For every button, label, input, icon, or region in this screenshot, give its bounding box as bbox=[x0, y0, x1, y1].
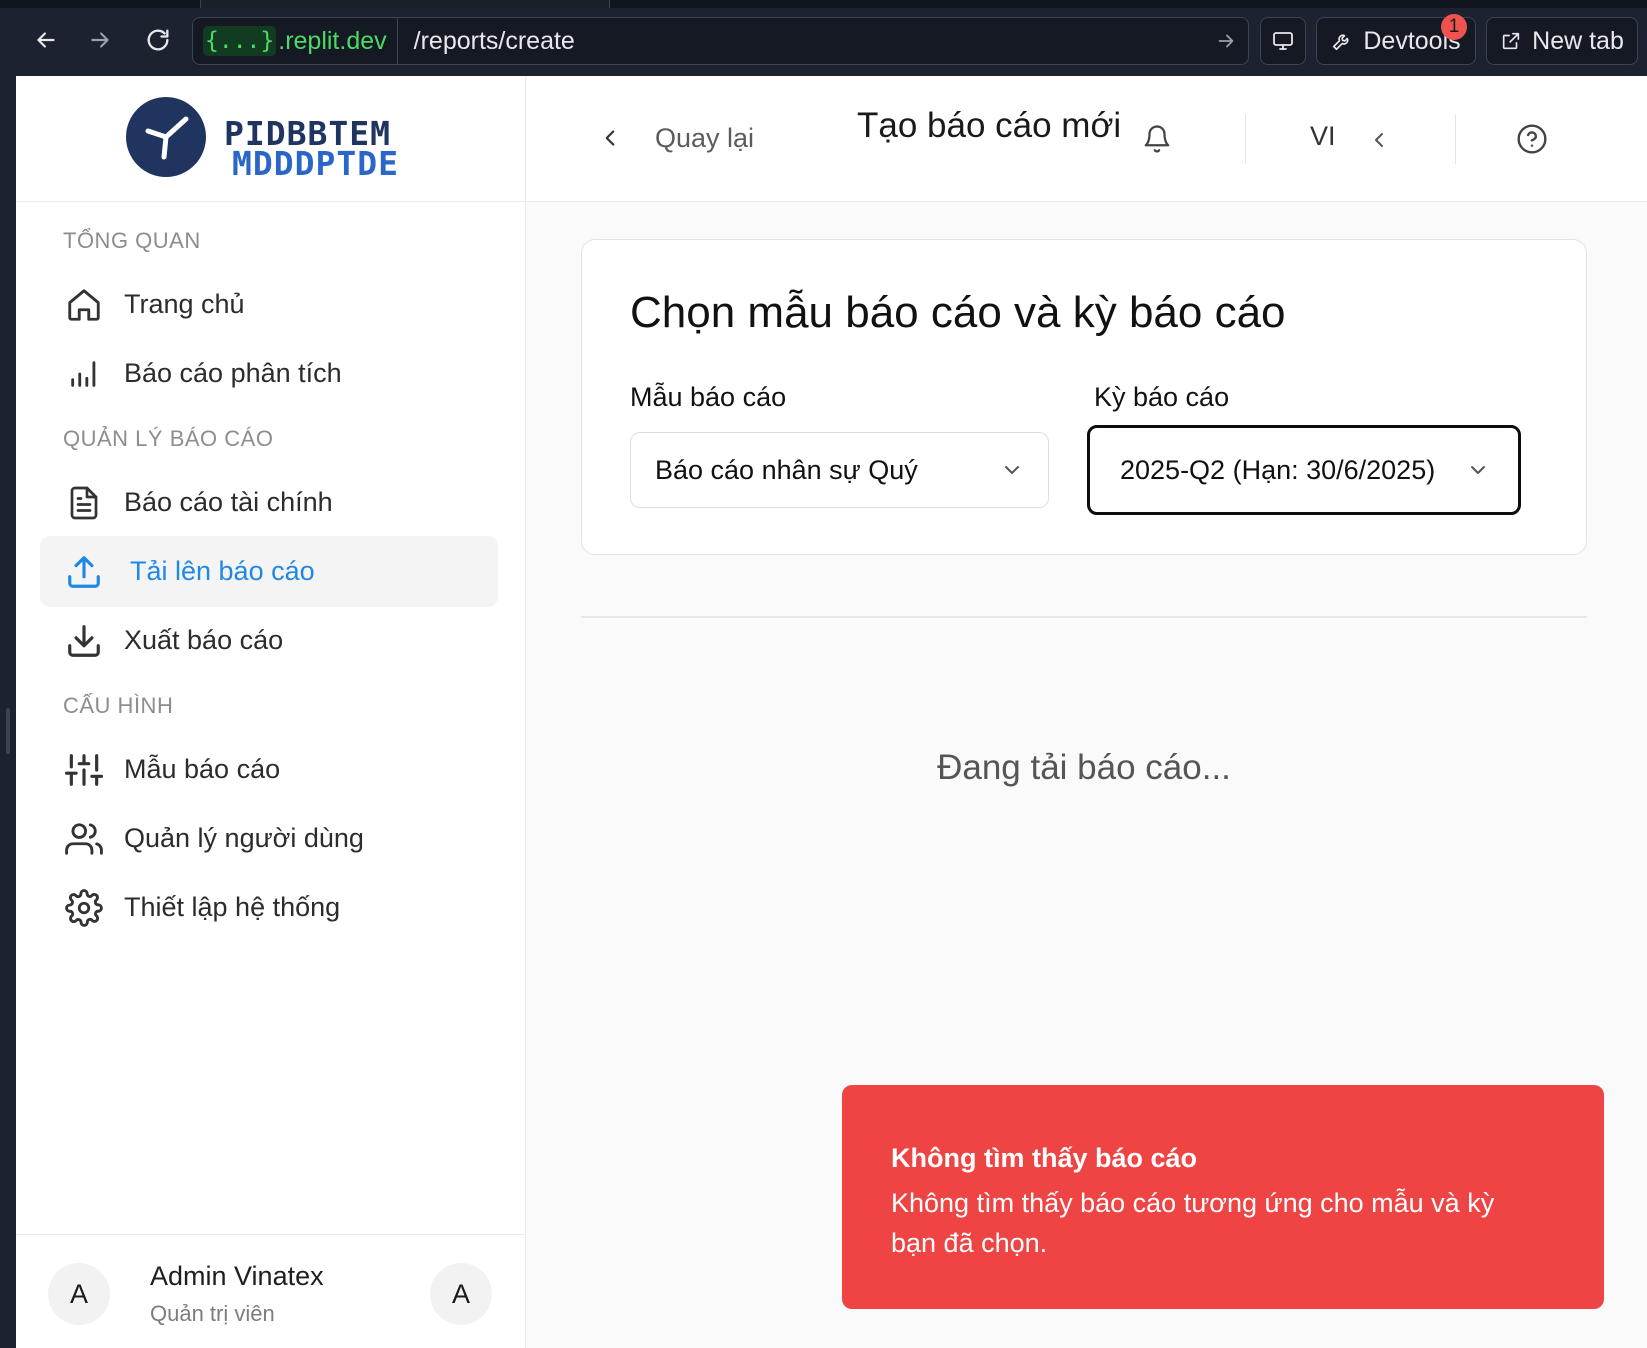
browser-tabstrip bbox=[0, 0, 1647, 8]
arrow-left-icon bbox=[37, 32, 55, 48]
template-select[interactable]: Báo cáo nhân sự Quý bbox=[630, 432, 1049, 508]
users-icon bbox=[62, 820, 106, 858]
error-toast[interactable]: Không tìm thấy báo cáo Không tìm thấy bá… bbox=[842, 1085, 1604, 1309]
devtools-badge: 1 bbox=[1441, 14, 1467, 40]
language-toggle-button[interactable] bbox=[1359, 120, 1399, 160]
monitor-icon bbox=[1273, 32, 1293, 50]
period-select[interactable]: 2025-Q2 (Hạn: 30/6/2025) bbox=[1087, 425, 1521, 515]
arrow-right-icon bbox=[1218, 34, 1234, 48]
settings-icon bbox=[62, 888, 106, 927]
sidebar-item-upload-report[interactable]: Tải lên báo cáo bbox=[40, 536, 498, 607]
sidebar-item-label: Xuất báo cáo bbox=[124, 625, 284, 655]
report-selection-card: Chọn mẫu báo cáo và kỳ báo cáo Mẫu báo c… bbox=[581, 239, 1587, 555]
header: Quay lại Tạo báo cáo mới VI bbox=[527, 76, 1647, 202]
sidebar-item-label: Báo cáo tài chính bbox=[124, 487, 333, 517]
new-tab-button[interactable]: New tab bbox=[1486, 17, 1638, 65]
bell-icon bbox=[1144, 125, 1170, 153]
resize-handle[interactable] bbox=[6, 708, 10, 754]
sliders-icon bbox=[62, 751, 106, 789]
sidebar-item-home[interactable]: Trang chủ bbox=[40, 269, 498, 340]
chevron-left-icon bbox=[1375, 133, 1383, 147]
url-go-button[interactable] bbox=[1204, 30, 1248, 52]
avatar: A bbox=[48, 1263, 110, 1325]
url-path[interactable]: /reports/create bbox=[398, 27, 1204, 56]
language-selector[interactable]: VI bbox=[1310, 121, 1336, 152]
sidebar-item-analytics[interactable]: Báo cáo phân tích bbox=[40, 338, 498, 409]
sidebar-item-export-report[interactable]: Xuất báo cáo bbox=[40, 605, 498, 676]
new-tab-label: New tab bbox=[1532, 26, 1624, 55]
file-text-icon bbox=[62, 484, 106, 522]
browser-back-button[interactable] bbox=[22, 18, 70, 62]
back-label: Quay lại bbox=[655, 122, 755, 153]
help-button[interactable] bbox=[1507, 114, 1557, 164]
header-divider bbox=[1245, 114, 1246, 164]
sidebar-item-user-management[interactable]: Quản lý người dùng bbox=[40, 803, 498, 874]
reload-icon bbox=[147, 29, 169, 51]
browser-forward-button[interactable] bbox=[76, 18, 124, 62]
download-icon bbox=[62, 622, 106, 660]
user-profile[interactable]: A Admin Vinatex Quản trị viên A bbox=[16, 1234, 526, 1348]
devtools-button[interactable]: Devtools 1 bbox=[1316, 14, 1476, 65]
sidebar-item-label: Mẫu báo cáo bbox=[124, 754, 281, 784]
loading-message: Đang tải báo cáo... bbox=[937, 748, 1231, 787]
logo[interactable]: PIDBBTEM MDDDPTDE bbox=[16, 76, 526, 202]
sidebar-item-label: Thiết lập hệ thống bbox=[124, 892, 341, 922]
app: PIDBBTEM MDDDPTDE TỔNG QUAN Trang chủ Bá… bbox=[16, 76, 1647, 1348]
sidebar-item-label: Báo cáo phân tích bbox=[124, 358, 342, 388]
section-title-overview: TỔNG QUAN bbox=[63, 228, 201, 253]
notifications-button[interactable] bbox=[1132, 114, 1182, 164]
sidebar-item-report-templates[interactable]: Mẫu báo cáo bbox=[40, 734, 498, 805]
sidebar-item-label: Quản lý người dùng bbox=[124, 823, 364, 853]
url-domain: .replit.dev bbox=[278, 26, 387, 55]
browser-reload-button[interactable] bbox=[134, 18, 182, 62]
user-role: Quản trị viên bbox=[150, 1301, 275, 1326]
user-menu-avatar[interactable]: A bbox=[430, 1263, 492, 1325]
address-bar[interactable]: {...} .replit.dev /reports/create bbox=[192, 17, 1249, 65]
logo-text-bottom: MDDDPTDE bbox=[232, 144, 399, 183]
chevron-down-icon bbox=[1471, 466, 1485, 474]
sidebar-item-label: Trang chủ bbox=[124, 289, 245, 319]
url-host: {...} .replit.dev bbox=[193, 18, 398, 64]
wrench-icon bbox=[1333, 34, 1349, 51]
external-link-icon bbox=[1502, 32, 1520, 50]
page-title: Tạo báo cáo mới bbox=[857, 106, 1122, 145]
period-label: Kỳ báo cáo bbox=[1094, 382, 1230, 412]
help-circle-icon bbox=[1517, 124, 1547, 154]
sidebar: PIDBBTEM MDDDPTDE TỔNG QUAN Trang chủ Bá… bbox=[16, 76, 526, 1348]
url-badge: {...} bbox=[203, 26, 277, 56]
upload-icon bbox=[62, 553, 106, 591]
content-divider bbox=[581, 616, 1587, 618]
section-title-configuration: CẤU HÌNH bbox=[63, 693, 174, 718]
period-select-value: 2025-Q2 (Hạn: 30/6/2025) bbox=[1120, 454, 1436, 485]
sidebar-item-label: Tải lên báo cáo bbox=[130, 556, 315, 586]
browser-toolbar: {...} .replit.dev /reports/create Devtool… bbox=[0, 8, 1647, 76]
template-select-value: Báo cáo nhân sự Quý bbox=[655, 454, 918, 485]
bar-chart-icon bbox=[62, 357, 106, 391]
sidebar-item-financial-reports[interactable]: Báo cáo tài chính bbox=[40, 467, 498, 538]
chevron-left-icon bbox=[605, 130, 615, 146]
device-preview-button[interactable] bbox=[1260, 17, 1306, 65]
section-title-report-management: QUẢN LÝ BÁO CÁO bbox=[63, 426, 274, 451]
user-name: Admin Vinatex bbox=[150, 1261, 324, 1291]
sidebar-item-system-settings[interactable]: Thiết lập hệ thống bbox=[40, 872, 498, 943]
header-divider bbox=[1455, 114, 1456, 164]
template-label: Mẫu báo cáo bbox=[630, 382, 787, 412]
toast-description: Không tìm thấy báo cáo tương ứng cho mẫu… bbox=[891, 1188, 1495, 1258]
back-button[interactable]: Quay lại bbox=[597, 108, 754, 168]
home-icon bbox=[62, 286, 106, 324]
toast-title: Không tìm thấy báo cáo bbox=[891, 1143, 1198, 1173]
card-title: Chọn mẫu báo cáo và kỳ báo cáo bbox=[630, 288, 1286, 337]
arrow-right-icon bbox=[91, 32, 109, 48]
chevron-down-icon bbox=[1005, 466, 1019, 474]
devtools-panel-edge bbox=[0, 76, 16, 1348]
logo-emblem bbox=[126, 97, 206, 177]
logo-mark-icon bbox=[145, 116, 189, 160]
browser-tab[interactable] bbox=[200, 0, 610, 8]
